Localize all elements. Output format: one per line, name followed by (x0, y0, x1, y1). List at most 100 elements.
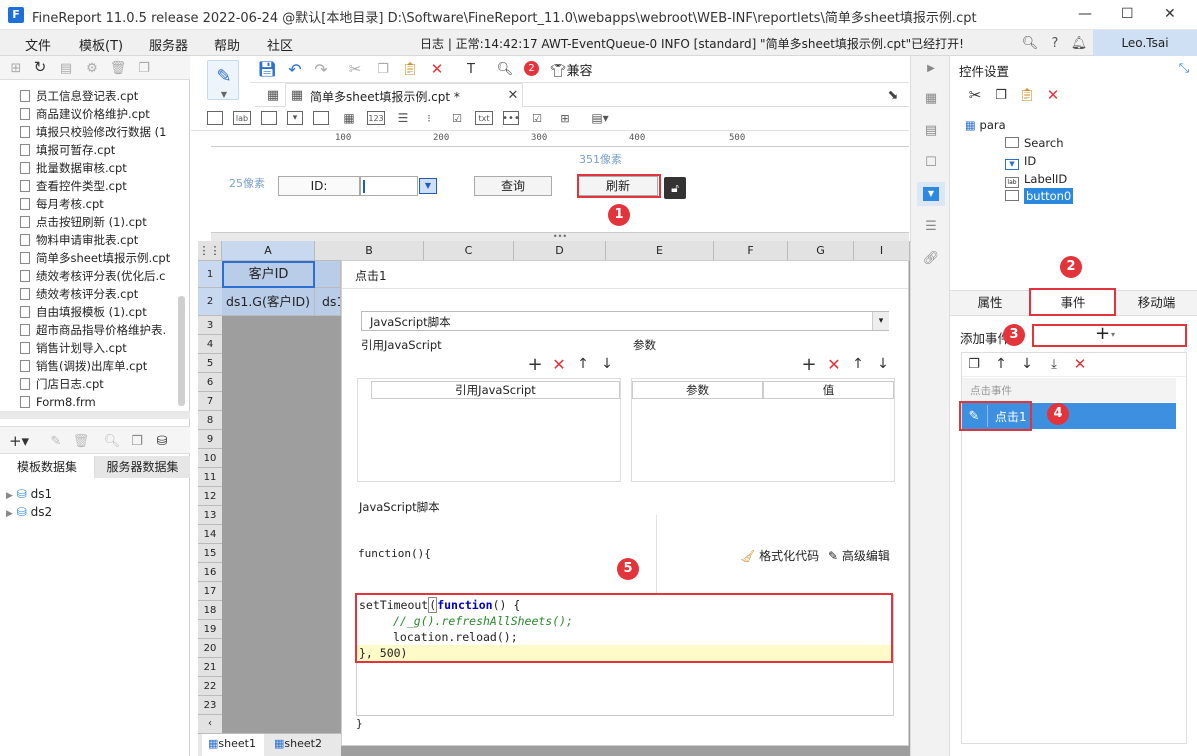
menu-file[interactable]: 文件 (25, 35, 51, 54)
query-button[interactable]: 查询 (474, 176, 552, 196)
column-header[interactable]: I (854, 241, 910, 261)
row-header[interactable]: 11 (198, 468, 222, 487)
copy-icon[interactable]: ❐ (129, 433, 145, 449)
password-widget-icon[interactable]: ••• (502, 111, 520, 125)
arrow-up-icon[interactable]: ↑ (993, 356, 1009, 372)
search-icon[interactable]: 🔍︎ (1022, 35, 1039, 51)
copy-icon[interactable]: ❐ (374, 60, 392, 78)
link-icon[interactable]: 🔗︎ (923, 250, 940, 266)
row-header[interactable]: 22 (198, 677, 222, 696)
tab-mobile[interactable]: 移动端 (1116, 290, 1197, 316)
dataset-item[interactable]: ▶ ⛁ ds1 (6, 487, 52, 501)
save-icon[interactable]: 💾︎ (257, 60, 276, 78)
row-header[interactable]: 7 (198, 392, 222, 411)
redo-icon[interactable]: ↷ (312, 60, 330, 79)
panel-toggle-icon[interactable]: ⬊ (885, 87, 901, 103)
user-account[interactable]: Leo.Tsai (1093, 30, 1197, 56)
maximize-icon[interactable]: ☐ (1121, 6, 1134, 22)
scrollbar-thumb[interactable] (178, 296, 185, 406)
file-item[interactable]: 销售(调拨)出库单.cpt (20, 357, 180, 375)
delete-icon[interactable]: 🗑︎ (110, 60, 127, 76)
file-item[interactable]: 销售计划导入.cpt (20, 339, 180, 357)
menu-server[interactable]: 服务器 (149, 35, 188, 54)
row-header[interactable]: 20 (198, 639, 222, 658)
row-header[interactable]: 2 (198, 288, 222, 316)
label-widget-icon[interactable] (207, 111, 223, 125)
column-header[interactable]: B (315, 241, 424, 261)
undo-icon[interactable]: ↶ (286, 60, 304, 79)
txt-widget-icon[interactable]: txt (475, 111, 493, 125)
arrow-up-icon[interactable]: ↑ (575, 356, 591, 372)
column-header[interactable]: A (222, 241, 315, 261)
file-item[interactable]: 商品建议价格维护.cpt (20, 105, 180, 123)
copy-icon[interactable]: ❐ (992, 86, 1010, 104)
paste-icon[interactable]: 📋︎ (1018, 86, 1036, 104)
preview-icon[interactable]: 🔍︎ (104, 433, 121, 449)
menu-template[interactable]: 模板(T) (79, 35, 123, 54)
unlock-icon[interactable]: 🔓︎ (664, 177, 686, 199)
tree-root[interactable]: ▦ para (965, 118, 1006, 132)
cell-a1[interactable]: 客户ID (222, 261, 315, 288)
column-header[interactable]: F (714, 241, 788, 261)
column-header[interactable]: G (788, 241, 854, 261)
row-header[interactable]: 1 (198, 261, 222, 288)
delete-icon[interactable]: ✕ (826, 355, 842, 374)
delete-icon[interactable]: ✕ (428, 60, 446, 78)
file-item[interactable]: 员工信息登记表.cpt (20, 87, 180, 105)
row-header[interactable]: 4 (198, 335, 222, 354)
close-icon[interactable]: ✕ (506, 88, 520, 103)
widget-settings-tab[interactable]: ▼ (917, 182, 945, 206)
textarea-widget-icon[interactable] (313, 111, 329, 125)
tree-item-id[interactable]: ▼ ID (1005, 154, 1036, 170)
refresh-icon[interactable]: ↻ (32, 58, 48, 76)
radio-widget-icon[interactable]: ⁝ (421, 111, 437, 125)
paste-icon[interactable]: 📋︎ (401, 60, 419, 78)
delete-icon[interactable]: ✕ (1072, 355, 1088, 373)
add-icon[interactable]: + (801, 354, 817, 375)
dataset-item[interactable]: ▶ ⛁ ds2 (6, 505, 52, 519)
file-item[interactable]: 填报只校验修改行数据 (1 (20, 123, 180, 141)
notification-badge[interactable]: 2 (524, 61, 539, 76)
add-icon[interactable]: + (527, 354, 543, 375)
column-header[interactable]: C (424, 241, 514, 261)
file-item[interactable]: 超市商品指导价格维护表. (20, 321, 180, 339)
row-header[interactable]: 3 (198, 316, 222, 335)
copy-icon[interactable]: ❐ (136, 60, 152, 76)
dropdown-widget-icon[interactable]: ▾ (287, 111, 303, 125)
tab-sheet1[interactable]: ▦sheet1 (202, 734, 264, 756)
check-widget-icon[interactable]: ☑ (529, 111, 545, 125)
format-code-button[interactable]: 🧹︎ 格式化代码 (740, 547, 819, 564)
close-icon[interactable]: ✕ (1164, 6, 1176, 22)
row-header[interactable]: 10 (198, 449, 222, 468)
tree-widget-icon[interactable]: ⊞ (557, 111, 573, 125)
file-item[interactable]: 门店日志.cpt (20, 375, 180, 393)
row-header[interactable]: 15 (198, 544, 222, 563)
tree-item-button0[interactable]: button0 (1005, 188, 1074, 204)
splitter[interactable]: ••• (211, 232, 909, 241)
delete-icon[interactable]: 🗑︎ (73, 433, 90, 449)
checkbox-widget-icon[interactable]: ☑ (449, 111, 465, 125)
file-item[interactable]: 每月考核.cpt (20, 195, 180, 213)
menu-community[interactable]: 社区 (267, 35, 293, 54)
edit-icon[interactable]: ✎ (48, 433, 64, 449)
row-header[interactable]: 18 (198, 601, 222, 620)
file-item[interactable]: 绩效考核评分表.cpt (20, 285, 180, 303)
file-item[interactable]: 查看控件类型.cpt (20, 177, 180, 195)
more-widget-icon[interactable]: ▤▾ (589, 111, 611, 125)
advanced-edit-button[interactable]: ✎ 高级编辑 (828, 547, 890, 564)
calendar-widget-icon[interactable]: ▦ (341, 111, 357, 125)
tree-item-labelid[interactable]: lab LabelID (1005, 172, 1067, 188)
h-scrollbar[interactable] (0, 411, 190, 419)
arrow-up-icon[interactable]: ↑ (850, 356, 866, 372)
compat-button[interactable]: 👕︎兼容 (550, 60, 593, 79)
copy-icon[interactable]: ❐ (966, 356, 982, 372)
cut-icon[interactable]: ✂ (966, 86, 984, 104)
frame-icon[interactable]: ☐ (923, 154, 939, 170)
row-header[interactable]: 5 (198, 354, 222, 373)
row-header[interactable]: 6 (198, 373, 222, 392)
database-icon[interactable]: ⛁ (154, 433, 170, 449)
number-widget-icon[interactable]: 123 (367, 111, 385, 125)
tab-document[interactable]: ▦ 简单多sheet填报示例.cpt * ✕ (285, 83, 523, 107)
add-dataset-icon[interactable]: +▾ (6, 432, 32, 450)
id-dropdown-icon[interactable]: ▼ (419, 178, 437, 194)
